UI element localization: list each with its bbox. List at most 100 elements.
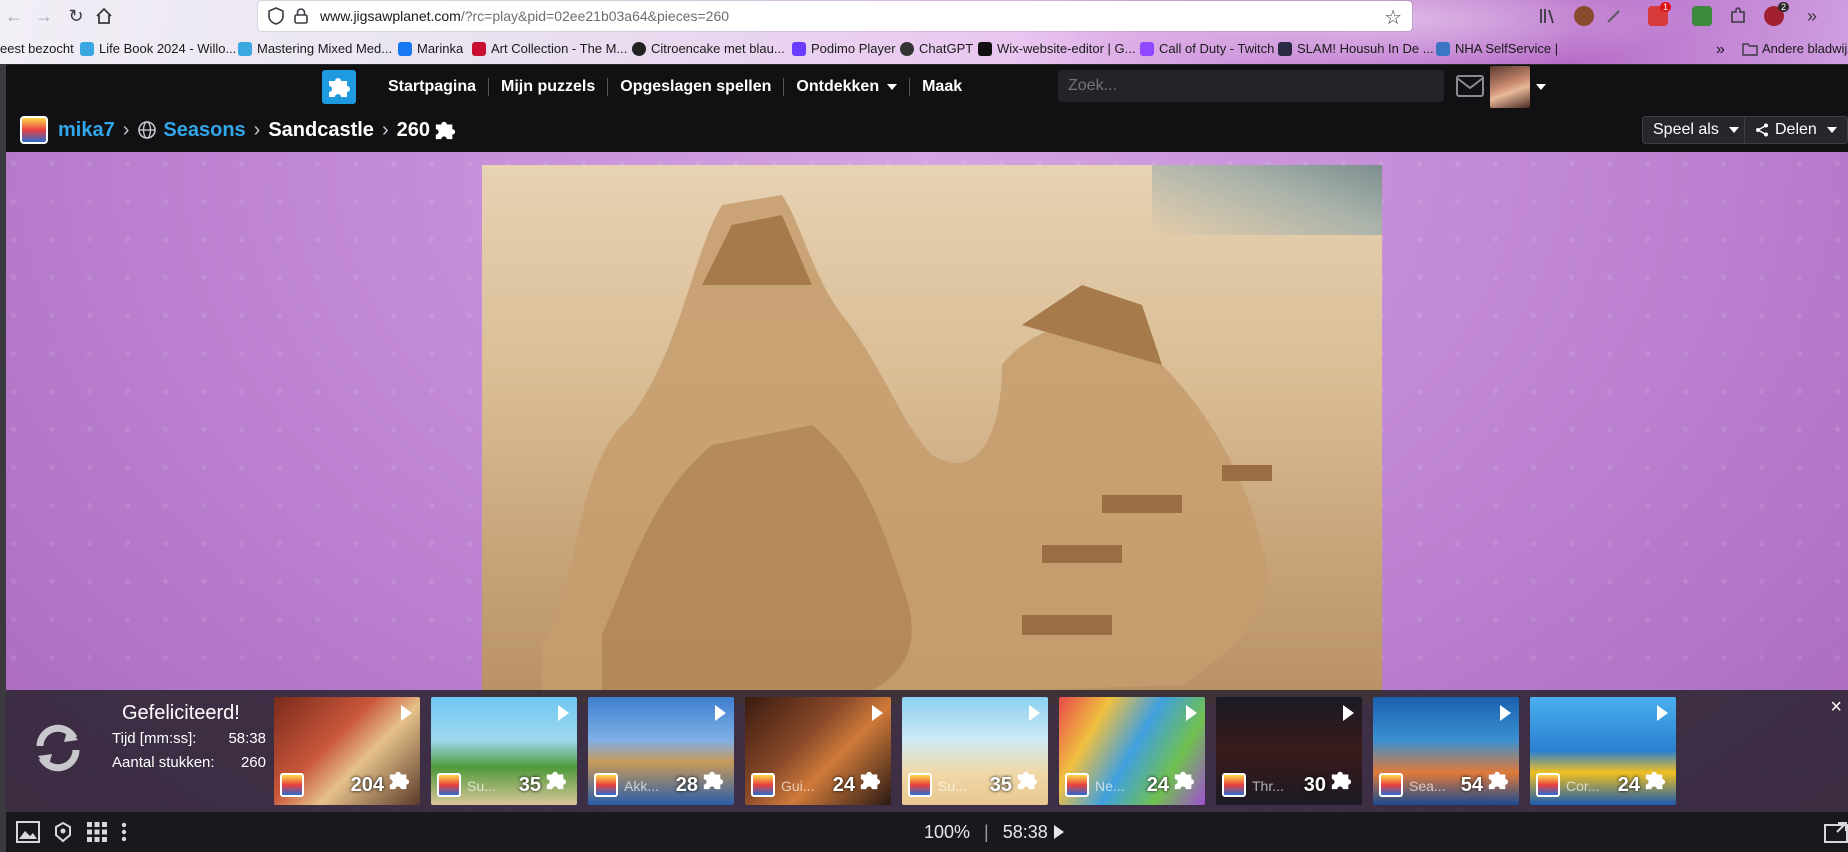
more-options-icon[interactable] [120, 821, 128, 843]
play-icon[interactable] [872, 705, 883, 721]
address-bar[interactable]: www.jigsawplanet.com/?rc=play&pid=02ee21… [258, 1, 1412, 31]
url-path: /?rc=play&pid=02ee21b03a64&pieces=260 [460, 8, 730, 24]
search-input[interactable] [1058, 70, 1444, 102]
user-logo[interactable] [20, 116, 48, 144]
bookmark-item[interactable]: Call of Duty - Twitch [1140, 41, 1274, 56]
chevron-down-icon [887, 83, 898, 90]
puzzle-thumbnail[interactable]: Su... 35 [902, 697, 1048, 805]
puzzle-image[interactable] [482, 165, 1382, 705]
bookmark-item[interactable]: Life Book 2024 - Willo... [80, 41, 236, 56]
home-icon[interactable] [92, 4, 116, 28]
twitch-icon [1140, 41, 1154, 56]
bookmark-item[interactable]: eest bezocht [0, 41, 74, 56]
chevron-down-icon[interactable] [1536, 84, 1546, 90]
menu-item-discover[interactable]: Ontdekken [784, 78, 911, 96]
user-avatar[interactable] [1490, 66, 1530, 108]
puzzle-thumbnail[interactable]: Thr... 30 [1216, 697, 1362, 805]
other-bookmarks-folder[interactable]: Andere bladwijz [1742, 41, 1848, 56]
play-icon[interactable] [715, 705, 726, 721]
extensions-puzzle-icon[interactable] [1728, 6, 1748, 26]
green-extension-icon[interactable] [1692, 6, 1712, 26]
overflow-chevron-icon[interactable]: » [1800, 4, 1824, 28]
breadcrumb-pieces: 260 [396, 118, 430, 141]
puzzle-thumbnail[interactable]: Cor... 24 [1530, 697, 1676, 805]
puzzle-thumbnail[interactable]: Ne... 24 [1059, 697, 1205, 805]
congrats-title: Gefeliciteerd! [122, 702, 240, 724]
bookmark-item[interactable]: Wix-website-editor | G... [978, 41, 1135, 56]
menu-item-create[interactable]: Maak [910, 78, 974, 96]
thumbnail-piece-count: 204 [350, 774, 384, 796]
bookmark-item[interactable]: Podimo Player [792, 41, 896, 56]
bookmark-item[interactable]: Mastering Mixed Med... [238, 41, 392, 56]
play-icon[interactable] [1186, 705, 1197, 721]
play-icon[interactable] [401, 705, 412, 721]
lock-icon[interactable] [294, 8, 308, 24]
puzzle-piece-icon [435, 121, 456, 140]
mail-icon[interactable] [1456, 75, 1484, 97]
bookmark-item[interactable]: Art Collection - The M... [472, 41, 627, 56]
creator-avatar [594, 773, 618, 797]
bookmark-label: Marinka [417, 41, 464, 56]
bookmark-item[interactable]: Citroencake met blau... [632, 41, 785, 56]
puzzle-thumbnail[interactable]: 204 [274, 697, 420, 805]
puzzle-thumbnail[interactable]: Sea... 54 [1373, 697, 1519, 805]
toolbar-divider: | [984, 821, 989, 842]
shield-icon[interactable] [268, 7, 284, 25]
creator-avatar [751, 773, 775, 797]
more-bookmarks-button[interactable]: » [1716, 41, 1725, 59]
reload-icon[interactable]: ↻ [64, 4, 88, 28]
puzzle-thumbnail[interactable]: Akk... 28 [588, 697, 734, 805]
breadcrumb-user[interactable]: mika7 [58, 119, 115, 142]
bookmark-favicon-icon [1278, 41, 1292, 56]
play-icon[interactable] [1053, 825, 1064, 839]
chevron-down-icon [1826, 127, 1837, 133]
bookmark-label: Citroencake met blau... [651, 41, 785, 56]
play-icon[interactable] [1343, 705, 1354, 721]
bookmark-item[interactable]: NHA SelfService | [1436, 41, 1558, 56]
puzzle-piece-icon [1330, 769, 1352, 796]
play-icon[interactable] [1500, 705, 1511, 721]
back-arrow-icon[interactable]: ← [2, 4, 26, 28]
bookmark-favicon-icon [632, 41, 646, 56]
site-logo[interactable] [322, 70, 356, 104]
breadcrumb-collection[interactable]: Seasons [163, 119, 245, 142]
breadcrumb: mika7 › Seasons › Sandcastle › 260 [20, 108, 456, 152]
image-icon[interactable] [16, 821, 40, 843]
grid-icon[interactable] [86, 821, 108, 843]
puzzle-piece-icon [1173, 769, 1195, 796]
forward-arrow-icon[interactable]: → [32, 4, 56, 28]
ghost-image-icon[interactable] [52, 821, 74, 843]
bookmark-favicon-icon [472, 41, 486, 56]
replay-icon[interactable] [28, 718, 88, 778]
menu-item-my-puzzles[interactable]: Mijn puzzels [489, 78, 609, 96]
puzzle-thumbnail[interactable]: Su... 35 [431, 697, 577, 805]
play-icon[interactable] [1029, 705, 1040, 721]
puzzle-piece-icon [1644, 769, 1666, 796]
bookmark-label: Wix-website-editor | G... [997, 41, 1136, 56]
fullscreen-icon[interactable] [1824, 821, 1848, 843]
pieces-label: Aantal stukken: [112, 754, 215, 771]
share-button[interactable]: Delen [1744, 116, 1848, 144]
thumbnail-piece-count: 24 [1617, 774, 1640, 796]
pen-extension-icon[interactable] [1604, 6, 1624, 26]
bookmark-item[interactable]: Marinka [398, 41, 463, 56]
play-icon[interactable] [1657, 705, 1668, 721]
bookmark-item[interactable]: ChatGPT [900, 41, 973, 56]
menu-item-discover-label: Ontdekken [796, 78, 880, 95]
play-as-button[interactable]: Speel als [1642, 116, 1750, 144]
library-icon[interactable] [1538, 6, 1558, 26]
bookmark-item[interactable]: SLAM! Housuh In De ... [1278, 41, 1434, 56]
bookmark-label: SLAM! Housuh In De ... [1297, 41, 1434, 56]
url-text[interactable]: www.jigsawplanet.com/?rc=play&pid=02ee21… [320, 8, 729, 24]
bookmark-star-icon[interactable]: ☆ [1384, 5, 1402, 30]
profile-extension-icon[interactable] [1574, 6, 1594, 26]
zoom-level[interactable]: 100% [924, 822, 970, 843]
close-icon[interactable]: × [1830, 696, 1842, 719]
thumbnail-title: Ne... [1095, 778, 1125, 794]
puzzle-thumbnail[interactable]: Gui... 24 [745, 697, 891, 805]
play-icon[interactable] [558, 705, 569, 721]
puzzle-piece-icon [388, 769, 410, 796]
creator-avatar [1379, 773, 1403, 797]
menu-item-saved-games[interactable]: Opgeslagen spellen [608, 78, 785, 96]
menu-item-home[interactable]: Startpagina [376, 78, 490, 96]
